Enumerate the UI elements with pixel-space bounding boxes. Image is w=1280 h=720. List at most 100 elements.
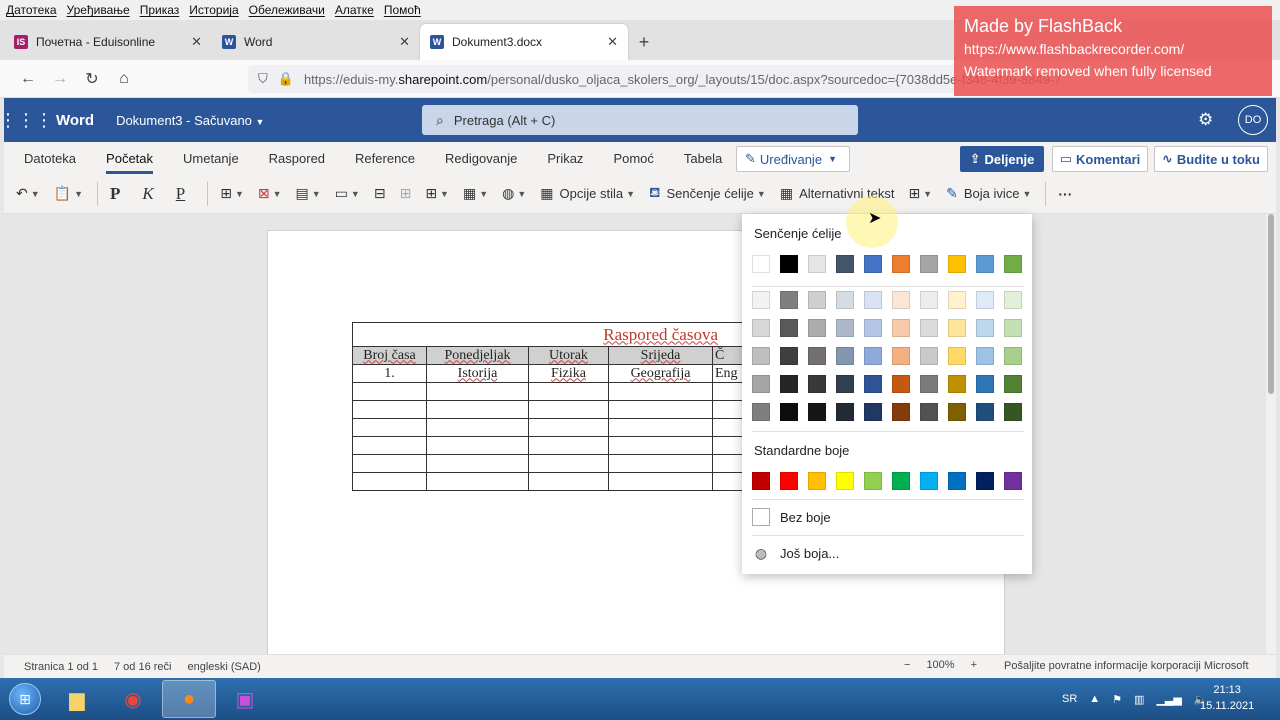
tint-color-swatch[interactable] xyxy=(752,403,770,421)
tint-color-swatch[interactable] xyxy=(752,319,770,337)
menu-edit[interactable]: Уређивање xyxy=(67,3,130,17)
menu-bookmarks[interactable]: Обележивачи xyxy=(249,3,325,17)
tint-color-swatch[interactable] xyxy=(808,375,826,393)
tint-color-swatch[interactable] xyxy=(836,403,854,421)
tint-color-swatch[interactable] xyxy=(864,375,882,393)
menu-tools[interactable]: Алатке xyxy=(335,3,374,17)
tab-view[interactable]: Prikaz xyxy=(547,151,583,166)
tint-color-swatch[interactable] xyxy=(808,291,826,309)
tint-color-swatch[interactable] xyxy=(780,347,798,365)
theme-color-swatch[interactable] xyxy=(976,255,994,273)
tint-color-swatch[interactable] xyxy=(976,291,994,309)
theme-color-swatch[interactable] xyxy=(780,255,798,273)
catch-up-button[interactable]: ∿ Budite u toku xyxy=(1154,146,1268,172)
table-cell[interactable] xyxy=(712,472,743,491)
scrollbar-thumb[interactable] xyxy=(1268,214,1274,394)
table-cell[interactable] xyxy=(426,454,529,473)
table-header-cell[interactable]: Broj časa xyxy=(352,346,427,365)
insert-table-button[interactable]: ⊞ ▼ xyxy=(220,185,244,202)
more-options-button[interactable]: ··· xyxy=(1058,186,1072,202)
standard-color-swatch[interactable] xyxy=(752,472,770,490)
tint-color-swatch[interactable] xyxy=(780,319,798,337)
table-cell[interactable] xyxy=(712,382,743,401)
tint-color-swatch[interactable] xyxy=(892,375,910,393)
tint-color-swatch[interactable] xyxy=(976,319,994,337)
tint-color-swatch[interactable] xyxy=(808,319,826,337)
theme-color-swatch[interactable] xyxy=(836,255,854,273)
tint-color-swatch[interactable] xyxy=(892,319,910,337)
word-count[interactable]: 7 od 16 reči xyxy=(114,661,171,673)
standard-color-swatch[interactable] xyxy=(892,472,910,490)
browser-tab-document[interactable]: W Dokument3.docx ✕ xyxy=(420,24,628,60)
tint-color-swatch[interactable] xyxy=(920,375,938,393)
gear-icon[interactable]: ⚙ xyxy=(1198,110,1213,130)
table-cell[interactable] xyxy=(528,454,609,473)
split-cells-button[interactable]: ⊞ xyxy=(400,185,412,202)
menu-file[interactable]: Датотека xyxy=(6,3,57,17)
table-cell[interactable] xyxy=(352,382,427,401)
table-cell[interactable] xyxy=(528,382,609,401)
theme-color-swatch[interactable] xyxy=(808,255,826,273)
tint-color-swatch[interactable] xyxy=(948,375,966,393)
tint-color-swatch[interactable] xyxy=(920,291,938,309)
schedule-table[interactable]: Raspored časova Broj časa Ponedjeljak Ut… xyxy=(352,322,743,491)
table-cell[interactable]: Eng xyxy=(712,364,743,383)
tint-color-swatch[interactable] xyxy=(920,319,938,337)
flag-icon[interactable]: ⚑ xyxy=(1112,693,1122,706)
tint-color-swatch[interactable] xyxy=(864,291,882,309)
zoom-in-button[interactable]: + xyxy=(971,659,977,671)
tab-table[interactable]: Tabela xyxy=(684,151,722,166)
border-color-button[interactable]: ✎ Boja ivice ▼ xyxy=(946,185,1031,202)
back-icon[interactable]: ← xyxy=(12,65,44,93)
taskbar-chrome[interactable]: ◉ xyxy=(106,680,160,718)
tint-color-swatch[interactable] xyxy=(864,319,882,337)
theme-color-swatch[interactable] xyxy=(892,255,910,273)
signal-icon[interactable]: ▁▃▅ xyxy=(1156,693,1181,706)
tint-color-swatch[interactable] xyxy=(780,403,798,421)
table-cell[interactable] xyxy=(608,418,713,437)
tint-color-swatch[interactable] xyxy=(920,347,938,365)
tint-color-swatch[interactable] xyxy=(948,291,966,309)
editing-mode-button[interactable]: ✎ Uređivanje ▼ xyxy=(736,146,850,172)
insert-row-button[interactable]: ▤ ▼ xyxy=(296,185,321,202)
table-cell[interactable] xyxy=(712,454,743,473)
more-colors-option[interactable]: ◍ Još boja... xyxy=(752,544,839,562)
table-cell[interactable] xyxy=(528,418,609,437)
tab-layout[interactable]: Raspored xyxy=(269,151,325,166)
table-cell[interactable]: 1. xyxy=(352,364,427,383)
table-cell[interactable] xyxy=(352,454,427,473)
table-cell[interactable] xyxy=(426,472,529,491)
tint-color-swatch[interactable] xyxy=(780,291,798,309)
borders-button[interactable]: ⊞ ▼ xyxy=(908,185,932,202)
standard-color-swatch[interactable] xyxy=(808,472,826,490)
search-box[interactable]: ⌕ Pretraga (Alt + C) xyxy=(422,105,858,135)
table-cell[interactable] xyxy=(712,418,743,437)
table-header-cell[interactable]: Utorak xyxy=(528,346,609,365)
forward-icon[interactable]: → xyxy=(44,65,76,93)
zoom-level[interactable]: 100% xyxy=(926,659,954,671)
table-cell[interactable]: Fizika xyxy=(528,364,609,383)
theme-color-swatch[interactable] xyxy=(920,255,938,273)
theme-color-swatch[interactable] xyxy=(864,255,882,273)
tint-color-swatch[interactable] xyxy=(976,403,994,421)
table-cell[interactable] xyxy=(712,436,743,455)
app-name[interactable]: Word xyxy=(56,112,94,129)
tab-help[interactable]: Pomoć xyxy=(613,151,653,166)
tab-review[interactable]: Redigovanje xyxy=(445,151,517,166)
zoom-out-button[interactable]: − xyxy=(904,659,910,671)
cell-options-button[interactable]: ▭ ▼ xyxy=(335,185,360,202)
table-cell[interactable]: Istorija xyxy=(426,364,529,383)
tint-color-swatch[interactable] xyxy=(1004,291,1022,309)
underline-button[interactable]: P xyxy=(176,184,185,204)
bold-button[interactable]: P xyxy=(110,184,120,204)
tint-color-swatch[interactable] xyxy=(780,375,798,393)
italic-button[interactable]: K xyxy=(142,184,153,204)
table-cell[interactable] xyxy=(352,436,427,455)
table-cell[interactable] xyxy=(608,436,713,455)
cell-shading-button[interactable]: ⛾ Senčenje ćelije ▼ xyxy=(649,184,766,203)
language[interactable]: engleski (SAD) xyxy=(187,661,260,673)
lock-icon[interactable]: 🔒 xyxy=(278,71,294,87)
tint-color-swatch[interactable] xyxy=(836,291,854,309)
share-button[interactable]: ⇪ Deljenje xyxy=(960,146,1044,172)
tint-color-swatch[interactable] xyxy=(808,347,826,365)
